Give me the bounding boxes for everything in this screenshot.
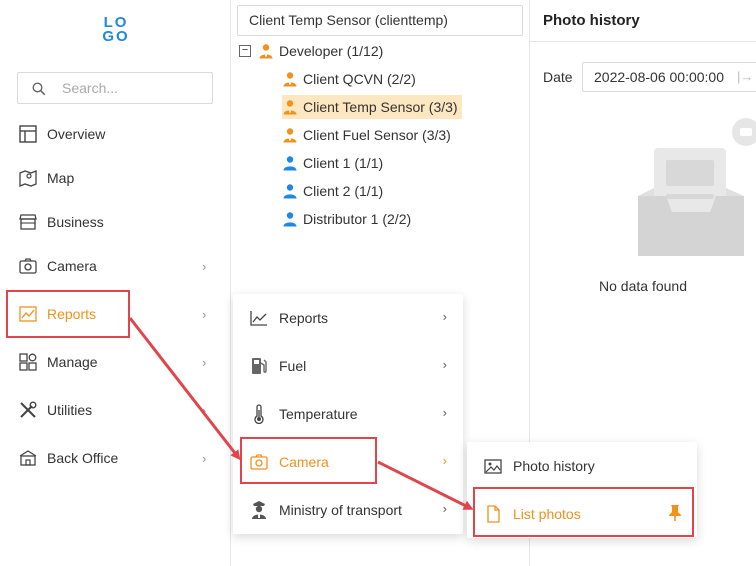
reports-highlight-box — [6, 290, 130, 338]
chevron-right-icon: › — [202, 306, 207, 322]
tree-node-selected[interactable]: Client Temp Sensor (3/3) — [282, 95, 462, 119]
tree-node-label: Distributor 1 (2/2) — [303, 211, 412, 227]
menu-item-label: Fuel — [279, 358, 307, 374]
user-blue-icon — [283, 212, 297, 227]
tools-icon — [20, 401, 37, 418]
page-title: Photo history — [543, 12, 640, 29]
tree-node[interactable]: Distributor 1 (2/2) — [282, 207, 411, 231]
user-blue-icon — [283, 184, 297, 199]
logo[interactable]: LO GO — [101, 15, 131, 46]
tree-node[interactable]: Client 1 (1/1) — [282, 151, 383, 175]
sidebar-item-camera[interactable]: Camera › — [0, 244, 231, 288]
menu-item-label: Temperature — [279, 406, 358, 422]
camera-icon — [19, 258, 37, 274]
search-box[interactable] — [17, 72, 213, 104]
collapse-toggle[interactable]: − — [239, 45, 251, 57]
apps-icon — [19, 353, 37, 371]
tree-node[interactable]: Developer (1/12) — [258, 39, 383, 63]
image-icon — [484, 459, 502, 474]
tree-node[interactable]: Client 2 (1/1) — [282, 179, 383, 203]
menu-item-temperature[interactable]: Temperature › — [233, 390, 463, 438]
camera-highlight-box — [240, 437, 377, 484]
user-orange-icon — [283, 100, 297, 115]
tree-node-label: Client QCVN (2/2) — [303, 71, 416, 87]
chevron-right-icon: › — [202, 450, 207, 466]
search-icon — [32, 82, 46, 96]
tree-node[interactable]: Client Fuel Sensor (3/3) — [282, 123, 451, 147]
tree-node-label: Client 2 (1/1) — [303, 183, 384, 199]
sidebar-item-label: Back Office — [47, 450, 119, 466]
empty-inbox-icon — [638, 118, 756, 256]
chevron-right-icon: › — [202, 402, 207, 418]
sidebar-item-manage[interactable]: Manage › — [0, 340, 231, 384]
menu-item-ministry-of-transport[interactable]: Ministry of transport › — [233, 486, 463, 534]
arrow-right-icon: |→ — [737, 69, 754, 84]
line-chart-icon — [250, 311, 267, 326]
sidebar-item-utilities[interactable]: Utilities › — [0, 388, 231, 432]
fuel-icon — [252, 358, 267, 374]
reports-submenu: Reports › Fuel › Temperature › Camera › … — [233, 294, 463, 534]
sidebar-item-label: Utilities — [47, 402, 93, 418]
no-data-label: No data found — [599, 278, 687, 294]
user-blue-icon — [283, 156, 297, 171]
menu-item-fuel[interactable]: Fuel › — [233, 342, 463, 390]
list-photos-highlight-box — [473, 487, 694, 537]
user-orange-icon — [283, 72, 297, 87]
sidebar-item-overview[interactable]: Overview — [0, 112, 231, 156]
tree-node-label: Client Temp Sensor (3/3) — [303, 99, 458, 115]
map-icon — [19, 170, 37, 187]
office-icon — [19, 450, 37, 466]
chevron-right-icon: › — [442, 405, 447, 420]
chevron-right-icon: › — [442, 309, 447, 324]
chevron-right-icon: › — [442, 453, 447, 468]
empty-state-text: No data found — [530, 278, 756, 294]
menu-item-label: Reports — [279, 310, 329, 326]
sidebar-item-map[interactable]: Map — [0, 156, 231, 200]
sidebar: LO GO Overview Map Business Camera › Rep… — [0, 0, 231, 566]
menu-item-label: Photo history — [513, 458, 595, 474]
sidebar-item-label: Map — [47, 170, 75, 186]
date-start-value: 2022-08-06 00:00:00 — [594, 69, 724, 85]
thermometer-icon — [254, 404, 264, 424]
user-orange-icon — [259, 44, 273, 59]
tree-node-label: Developer (1/12) — [279, 43, 384, 59]
search-input[interactable] — [62, 78, 202, 98]
logo-line-2: GO — [102, 28, 130, 45]
tree-node-label: Client Fuel Sensor (3/3) — [303, 127, 451, 143]
chevron-right-icon: › — [442, 357, 447, 372]
menu-item-label: Ministry of transport — [279, 502, 402, 518]
sidebar-item-label: Overview — [47, 126, 106, 142]
sidebar-item-back-office[interactable]: Back Office › — [0, 436, 231, 480]
user-orange-icon — [283, 128, 297, 143]
sidebar-item-label: Manage — [47, 354, 98, 370]
layout-icon — [19, 125, 37, 143]
sidebar-item-business[interactable]: Business — [0, 200, 231, 244]
date-range-picker[interactable]: 2022-08-06 00:00:00 |→ — [582, 62, 756, 92]
officer-icon — [252, 501, 266, 519]
sidebar-item-label: Camera — [47, 258, 97, 274]
tree-node[interactable]: Client QCVN (2/2) — [282, 67, 416, 91]
menu-item-photo-history[interactable]: Photo history — [467, 442, 697, 490]
chevron-right-icon: › — [442, 501, 447, 516]
tree-node-label: Client 1 (1/1) — [303, 155, 384, 171]
date-label: Date — [543, 69, 573, 85]
account-selector[interactable]: Client Temp Sensor (clienttemp) — [237, 5, 523, 36]
store-icon — [19, 214, 37, 230]
menu-item-reports[interactable]: Reports › — [233, 294, 463, 342]
chevron-right-icon: › — [202, 354, 207, 370]
panel-header: Photo history — [530, 0, 756, 42]
sidebar-item-label: Business — [47, 214, 104, 230]
chevron-right-icon: › — [202, 258, 207, 274]
